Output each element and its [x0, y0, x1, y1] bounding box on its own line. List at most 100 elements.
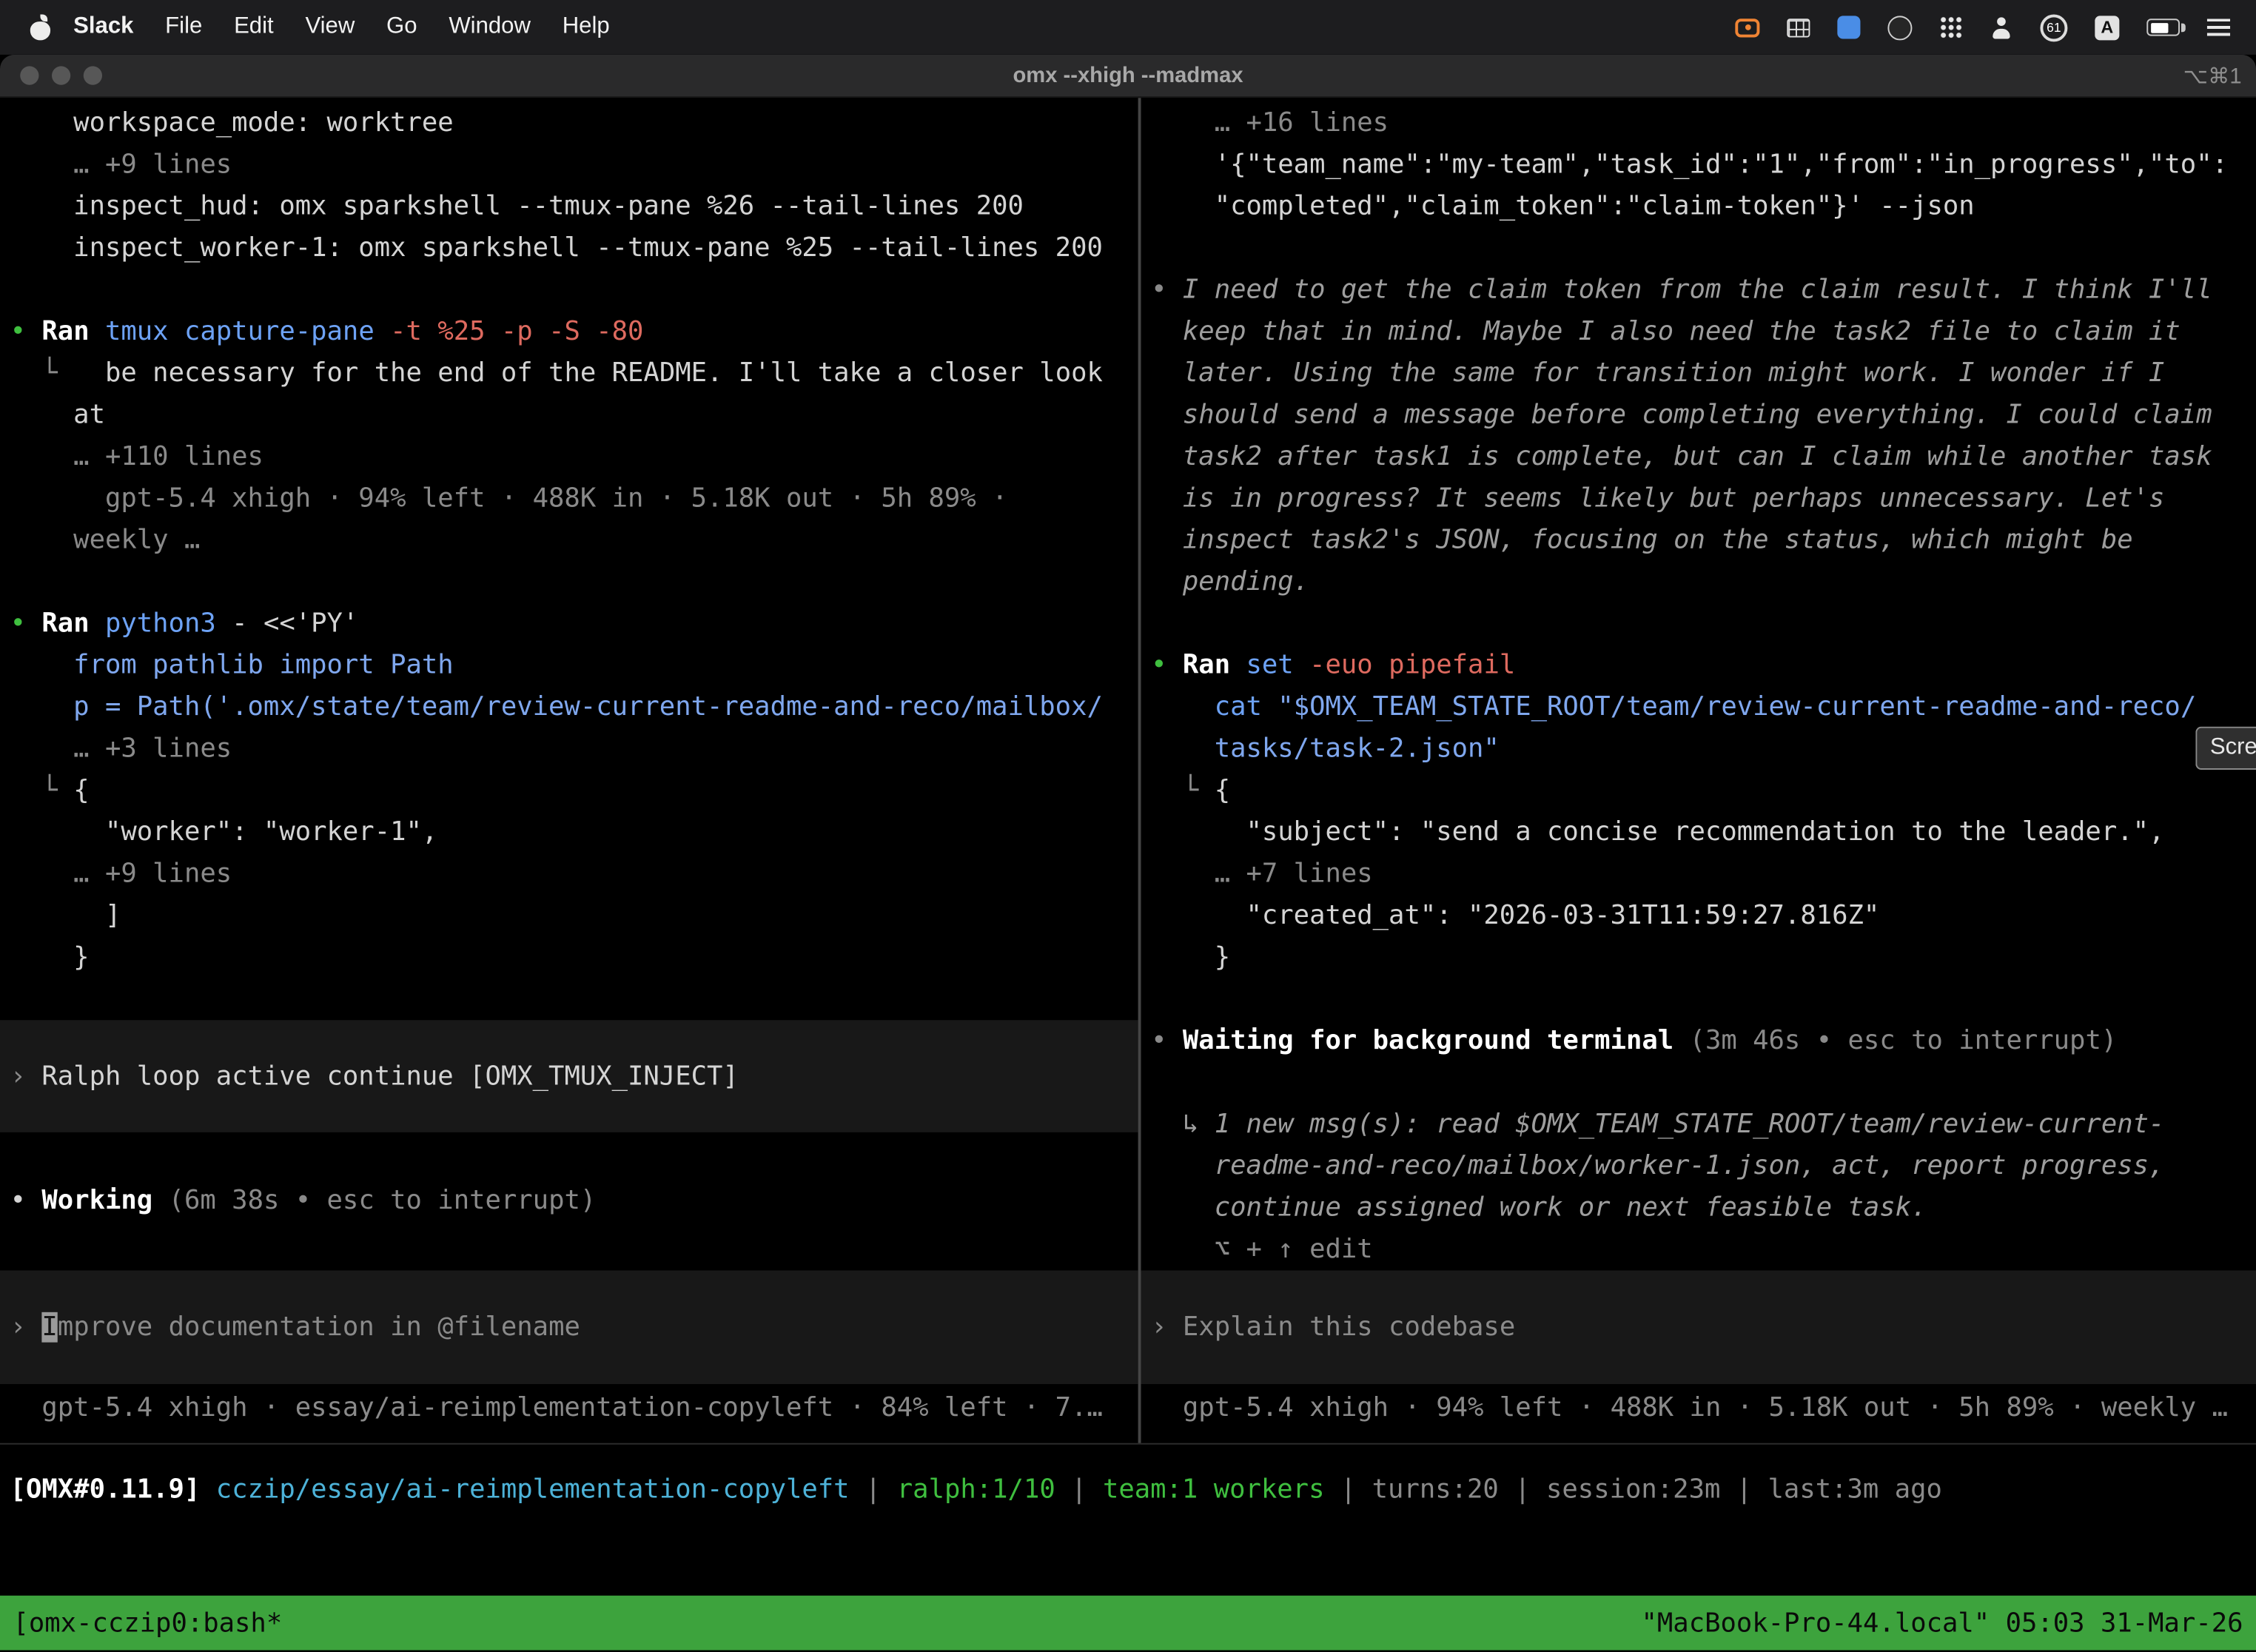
grid-icon[interactable] [1787, 18, 1810, 36]
terminal-line: task2 after task1 is complete, but can I… [1151, 436, 2256, 477]
tmux-status-bar: [omx-cczip0:bash* "MacBook-Pro-44.local"… [0, 1596, 2256, 1651]
terminal-line: "completed","claim_token":"claim-token"}… [1151, 186, 2256, 227]
desktop: Slack FileEditViewGoWindowHelp 61 A omx -… [0, 0, 2256, 1652]
terminal-line: readme-and-reco/mailbox/worker-1.json, a… [1151, 1145, 2256, 1186]
screen-record-indicator-icon[interactable] [1735, 18, 1759, 36]
terminal-line: is in progress? It seems likely but perh… [1151, 477, 2256, 519]
terminal-line: inspect_worker-1: omx sparkshell --tmux-… [10, 227, 1138, 269]
terminal-line: › Ralph loop active continue [OMX_TMUX_I… [0, 1055, 739, 1097]
menu-help[interactable]: Help [546, 14, 625, 40]
menu-lines-icon[interactable] [2207, 19, 2230, 36]
terminal-line: from pathlib import Path [10, 645, 1138, 686]
terminal-line: keep that in mind. Maybe I also need the… [1151, 311, 2256, 352]
terminal-line: should send a message before completing … [1151, 394, 2256, 436]
terminal-line [1151, 978, 2256, 1020]
terminal-line: pending. [1151, 561, 2256, 602]
right-pane-content: … +16 lines '{"team_name":"my-team","tas… [1151, 102, 2256, 1270]
terminal-line: gpt-5.4 xhigh · essay/ai-reimplementatio… [10, 1387, 1103, 1428]
hud-line: [OMX#0.11.9] cczip/essay/ai-reimplementa… [10, 1469, 2256, 1511]
menu-edit[interactable]: Edit [218, 14, 289, 40]
terminal-line: gpt-5.4 xhigh · 94% left · 488K in · 5.1… [10, 477, 1138, 519]
menu-window[interactable]: Window [433, 14, 546, 40]
terminal-line: at [10, 394, 1138, 436]
left-ralph-band: › Ralph loop active continue [OMX_TMUX_I… [0, 1055, 739, 1097]
hud-status-pane: [OMX#0.11.9] cczip/essay/ai-reimplementa… [10, 1469, 2256, 1511]
terminal-line: ↳ 1 new msg(s): read $OMX_TEAM_STATE_ROO… [1151, 1104, 2256, 1145]
close-button[interactable] [20, 66, 38, 84]
terminal-pane-left[interactable]: workspace_mode: worktree … +9 lines insp… [0, 98, 1138, 1443]
terminal-window: omx --xhigh --madmax ⌥⌘1 workspace_mode:… [0, 55, 2256, 1652]
terminal-line [10, 561, 1138, 602]
terminal-line: └ be necessary for the end of the README… [10, 352, 1138, 394]
terminal-line: └ { [1151, 770, 2256, 811]
menu-go[interactable]: Go [371, 14, 433, 40]
menubar-menus: FileEditViewGoWindowHelp [150, 14, 625, 40]
terminal-line: } [1151, 936, 2256, 978]
terminal-line: … +7 lines [1151, 853, 2256, 895]
input-source-icon[interactable]: A [2095, 15, 2119, 39]
terminal-line [1151, 602, 2256, 644]
left-working-line: • Working (6m 38s • esc to interrupt) [10, 1180, 597, 1221]
right-status: gpt-5.4 xhigh · 94% left · 488K in · 5.1… [1151, 1387, 2228, 1428]
input-source-icon-label: A [2101, 17, 2113, 37]
left-composer: › Improve documentation in @filename [0, 1306, 580, 1348]
left-status: gpt-5.4 xhigh · essay/ai-reimplementatio… [10, 1387, 1103, 1428]
terminal-pane-right[interactable]: … +16 lines '{"team_name":"my-team","tas… [1141, 98, 2256, 1443]
zoom-button[interactable] [84, 66, 102, 84]
terminal-line [10, 269, 1138, 311]
terminal-line: p = Path('.omx/state/team/review-current… [10, 686, 1138, 728]
window-titlebar[interactable]: omx --xhigh --madmax ⌥⌘1 [0, 55, 2256, 98]
tmux-session-label: [omx-cczip0:bash* [13, 1608, 282, 1638]
apple-menu-icon[interactable] [29, 13, 52, 41]
gauge-icon[interactable]: 61 [2040, 13, 2067, 41]
gauge-icon-label: 61 [2047, 20, 2061, 34]
terminal-line: • Ran set -euo pipefail [1151, 645, 2256, 686]
window-controls [20, 55, 102, 96]
right-composer-input[interactable]: › Explain this codebase [1141, 1270, 2256, 1384]
terminal-line: ⌥ + ↑ edit [1151, 1229, 2256, 1270]
terminal-line: … +3 lines [10, 728, 1138, 770]
app-menu-title[interactable]: Slack [58, 14, 150, 40]
terminal-line: › Explain this codebase [1141, 1306, 1516, 1348]
terminal-line: ] [10, 895, 1138, 936]
battery-icon[interactable] [2146, 19, 2180, 36]
terminal-line: weekly … [10, 520, 1138, 561]
left-pane-content: workspace_mode: worktree … +9 lines insp… [10, 102, 1138, 978]
tmux-host-clock-label: "MacBook-Pro-44.local" 05:03 31-Mar-26 [1642, 1608, 2243, 1638]
terminal-line: › Improve documentation in @filename [0, 1306, 580, 1348]
terminal-line: inspect_hud: omx sparkshell --tmux-pane … [10, 186, 1138, 227]
menubar-status-icons: 61 A [1735, 13, 2235, 41]
terminal-line: … +16 lines [1151, 102, 2256, 144]
left-inject-band: › Ralph loop active continue [OMX_TMUX_I… [0, 1020, 1138, 1132]
terminal-line: … +110 lines [10, 436, 1138, 477]
terminal-line: • Ran python3 - <<'PY' [10, 602, 1138, 644]
terminal-line: "created_at": "2026-03-31T11:59:27.816Z" [1151, 895, 2256, 936]
right-composer: › Explain this codebase [1141, 1306, 1516, 1348]
menu-bar: Slack FileEditViewGoWindowHelp 61 A [0, 0, 2256, 55]
terminal-line: later. Using the same for transition mig… [1151, 352, 2256, 394]
terminal-line [1151, 227, 2256, 269]
dark-circle-icon[interactable] [1887, 15, 1912, 39]
menu-view[interactable]: View [289, 14, 371, 40]
terminal-line [1151, 1062, 2256, 1104]
terminal-line: inspect task2's JSON, focusing on the st… [1151, 520, 2256, 561]
terminal-line: "subject": "send a concise recommendatio… [1151, 811, 2256, 853]
window-shortcut-hint: ⌥⌘1 [2183, 55, 2242, 96]
tmux-panes: workspace_mode: worktree … +9 lines insp… [0, 98, 2256, 1444]
screen-share-overlay[interactable]: Scre [2195, 727, 2256, 770]
dots-grid-icon[interactable] [1939, 16, 1962, 38]
terminal-line: '{"team_name":"my-team","task_id":"1","f… [1151, 144, 2256, 185]
minimize-button[interactable] [52, 66, 70, 84]
terminal-line: workspace_mode: worktree [10, 102, 1138, 144]
blue-app-icon[interactable] [1837, 16, 1860, 38]
terminal-line: cat "$OMX_TEAM_STATE_ROOT/team/review-cu… [1151, 686, 2256, 728]
terminal-line: • Waiting for background terminal (3m 46… [1151, 1020, 2256, 1061]
terminal-line: … +9 lines [10, 144, 1138, 185]
person-icon[interactable] [1990, 16, 2012, 38]
menu-file[interactable]: File [150, 14, 218, 40]
left-composer-input[interactable]: › Improve documentation in @filename [0, 1270, 1138, 1384]
terminal-line: "worker": "worker-1", [10, 811, 1138, 853]
terminal-line: • Ran tmux capture-pane -t %25 -p -S -80 [10, 311, 1138, 352]
window-title: omx --xhigh --madmax [0, 64, 2256, 88]
terminal-line: … +9 lines [10, 853, 1138, 895]
